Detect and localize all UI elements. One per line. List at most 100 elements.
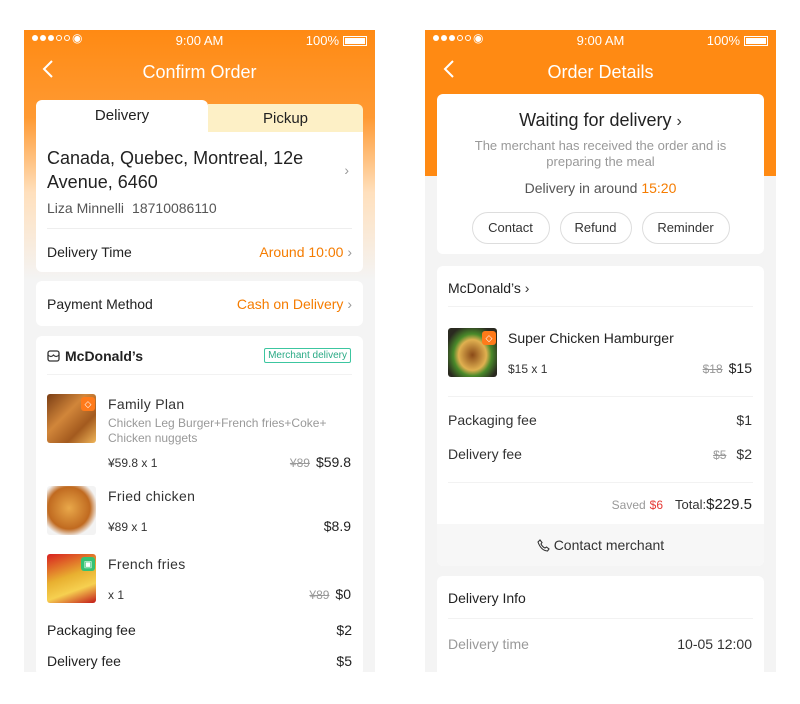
delivery-fee-label: Delivery fee xyxy=(448,446,522,462)
eta-time: 15:20 xyxy=(641,180,677,196)
saved-value: $6 xyxy=(649,498,664,512)
item-qty: x 1 xyxy=(108,588,125,602)
divider xyxy=(448,306,753,307)
tab-delivery[interactable]: Delivery xyxy=(36,100,208,136)
item-name: French fries xyxy=(108,556,186,572)
navbar: Order Details xyxy=(425,50,776,94)
old-price: ¥89 xyxy=(309,588,330,602)
back-icon[interactable] xyxy=(38,50,58,94)
price: $0 xyxy=(335,586,351,602)
payment-label: Payment Method xyxy=(47,296,153,312)
contact-merchant-label: Contact merchant xyxy=(553,537,665,553)
eta-row: Delivery in around 15:20 xyxy=(437,180,764,196)
battery-percent: 100% xyxy=(706,33,740,48)
discount-tag-icon: ◇ xyxy=(482,331,496,345)
battery-percent: 100% xyxy=(305,33,339,48)
order-card: McDonald’s › ◇ Super Chicken Hamburger $… xyxy=(437,266,764,566)
chevron-right-icon: › xyxy=(347,244,352,260)
delivery-time-row[interactable]: Delivery Time Around 10:00 › xyxy=(47,240,352,264)
packaging-fee-value: $1 xyxy=(736,412,752,428)
payment-row: Payment Method Cash on Delivery › xyxy=(47,292,352,316)
gift-icon: ▣ xyxy=(81,557,95,571)
status-subtitle: The merchant has received the order and … xyxy=(474,138,727,169)
delivery-time-row: Delivery time 10-05 12:00 xyxy=(448,636,752,652)
item-qty: ¥59.8 x 1 xyxy=(108,456,158,470)
old-price: $18 xyxy=(702,362,723,376)
list-item[interactable]: ▣ French fries x 1 ¥89 $0 xyxy=(47,554,351,604)
shop-name: McDonald’s xyxy=(448,280,521,296)
payment-value: Cash on Delivery xyxy=(236,296,344,312)
delivery-fee-value: $2 xyxy=(736,446,752,462)
list-item[interactable]: Fried chicken ¥89 x 1 $8.9 xyxy=(47,486,351,536)
list-item[interactable]: ◇ Family Plan Chicken Leg Burger+French … xyxy=(47,394,351,470)
divider xyxy=(47,374,352,375)
delivery-info-title: Delivery Info xyxy=(448,590,526,606)
shop-name: McDonald’s xyxy=(65,348,144,364)
family-plan-image: ◇ xyxy=(47,394,96,443)
address-card[interactable]: Canada, Quebec, Montreal, 12e Avenue, 64… xyxy=(36,132,363,272)
item-desc: Chicken Leg Burger+French fries+Coke+ Ch… xyxy=(108,416,327,445)
delivery-fee-label: Delivery fee xyxy=(47,653,121,669)
confirm-order-screen: ◉ 9:00 AM 100% Confirm Order Pickup Deli… xyxy=(24,30,375,672)
store-icon xyxy=(47,350,60,362)
phone-icon xyxy=(537,539,550,552)
shop-card: McDonald’s Merchant delivery ◇ Family Pl… xyxy=(36,336,363,672)
status-title-row[interactable]: Waiting for delivery › xyxy=(437,110,764,131)
battery-indicator: 100% xyxy=(306,33,367,48)
chevron-right-icon: › xyxy=(347,296,352,312)
item-price: ¥89 $0 xyxy=(309,586,351,602)
divider xyxy=(47,228,352,229)
item-qty: $15 x 1 xyxy=(508,362,548,376)
contact-merchant-button[interactable]: Contact merchant xyxy=(437,524,764,566)
payment-card[interactable]: Payment Method Cash on Delivery › xyxy=(36,281,363,326)
delivery-time-label: Delivery Time xyxy=(47,244,132,260)
tab-pickup[interactable]: Pickup xyxy=(208,104,363,134)
packaging-fee-label: Packaging fee xyxy=(47,622,136,638)
battery-icon xyxy=(744,35,768,46)
status-bar: ◉ 9:00 AM 100% xyxy=(425,30,776,50)
contact-info: Liza Minnelli 18710086110 xyxy=(47,200,217,216)
total-row: Saved $6 Total: $229.5 xyxy=(612,496,752,513)
packaging-fee-row: Packaging fee $2 xyxy=(47,618,352,642)
address-line: Canada, Quebec, Montreal, 12e Avenue, 64… xyxy=(47,148,304,192)
hamburger-image: ◇ xyxy=(448,328,497,377)
action-buttons: Contact Refund Reminder xyxy=(437,212,764,244)
total-label: Total: xyxy=(675,497,707,512)
price: $59.8 xyxy=(315,454,351,470)
packaging-fee-row: Packaging fee $1 xyxy=(448,412,752,428)
delivery-fee-row: Delivery fee $5 xyxy=(47,649,352,672)
shop-header: McDonald’s xyxy=(47,348,143,364)
discount-tag-icon: ◇ xyxy=(81,397,95,411)
price: $15 xyxy=(728,360,752,376)
order-details-screen: ◉ 9:00 AM 100% Order Details Waiting for… xyxy=(425,30,776,672)
delivery-time-value: Around 10:00 xyxy=(259,244,344,260)
delivery-fee-row: Delivery fee $5 $2 xyxy=(448,446,752,462)
saved-label: Saved xyxy=(611,498,646,512)
page-title: Confirm Order xyxy=(142,62,257,82)
contact-button[interactable]: Contact xyxy=(471,212,550,244)
shop-link[interactable]: McDonald’s › xyxy=(448,280,529,296)
order-type-tabs: Pickup Delivery xyxy=(36,100,363,136)
refund-button[interactable]: Refund xyxy=(559,212,632,244)
delivery-fee-value: $5 xyxy=(336,653,352,669)
item-price: $18 $15 xyxy=(703,360,752,376)
order-status-card: Waiting for delivery › The merchant has … xyxy=(437,94,764,254)
delivery-time-label: Delivery time xyxy=(448,636,529,652)
divider xyxy=(448,618,753,619)
reminder-button[interactable]: Reminder xyxy=(641,212,730,244)
item-price: ¥89 $59.8 xyxy=(290,454,351,470)
chevron-right-icon: › xyxy=(524,280,530,296)
total-value: $229.5 xyxy=(706,496,752,513)
chevron-right-icon: › xyxy=(344,162,349,178)
item-price: $8.9 xyxy=(324,518,351,534)
item-name: Fried chicken xyxy=(108,488,196,504)
back-icon[interactable] xyxy=(439,50,459,94)
battery-icon xyxy=(343,35,367,46)
fried-chicken-image xyxy=(47,486,96,535)
chevron-right-icon: › xyxy=(676,113,682,130)
merchant-delivery-badge: Merchant delivery xyxy=(264,348,351,363)
item-name: Super Chicken Hamburger xyxy=(508,330,674,346)
divider xyxy=(448,482,753,483)
eta-label: Delivery in around xyxy=(524,180,638,196)
status-title: Waiting for delivery xyxy=(519,110,672,130)
